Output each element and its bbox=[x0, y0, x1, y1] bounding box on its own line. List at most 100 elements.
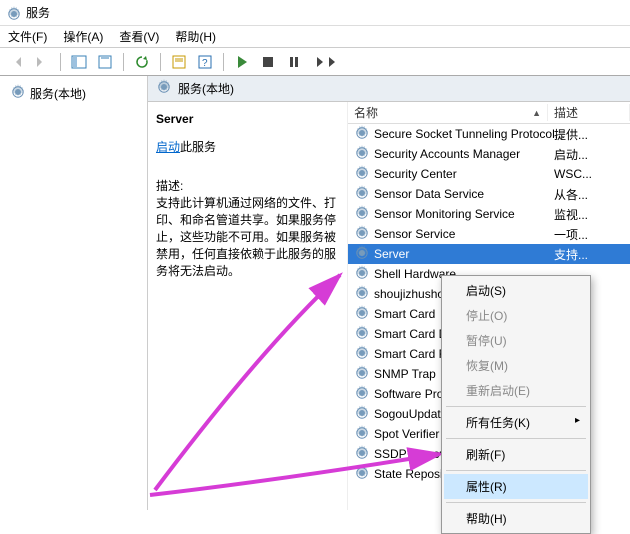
service-name: Smart Card bbox=[374, 307, 435, 321]
ctx-separator bbox=[446, 438, 586, 439]
service-row[interactable]: Security Center WSC... bbox=[348, 164, 630, 184]
detail-title: Server bbox=[156, 112, 339, 126]
service-name-cell: Sensor Service bbox=[348, 225, 548, 244]
tree-root-services-local[interactable]: 服务(本地) bbox=[0, 82, 147, 105]
context-menu: 启动(S) 停止(O) 暂停(U) 恢复(M) 重新启动(E) 所有任务(K) … bbox=[441, 275, 591, 534]
column-name[interactable]: 名称 ▲ bbox=[348, 104, 548, 121]
service-name: SogouUpdate bbox=[374, 407, 447, 421]
service-name-cell: Sensor Monitoring Service bbox=[348, 205, 548, 224]
ctx-resume[interactable]: 恢复(M) bbox=[444, 353, 588, 378]
gear-icon bbox=[354, 365, 370, 384]
gear-icon bbox=[156, 79, 172, 98]
ctx-start[interactable]: 启动(S) bbox=[444, 278, 588, 303]
service-name: Spot Verifier bbox=[374, 427, 439, 441]
service-name: Server bbox=[374, 247, 409, 261]
service-row[interactable]: Sensor Monitoring Service 监视... bbox=[348, 204, 630, 224]
service-name-cell: Server bbox=[348, 245, 548, 264]
services-icon bbox=[6, 6, 20, 20]
service-name: Secure Socket Tunneling Protocol... bbox=[374, 127, 565, 141]
gear-icon bbox=[354, 165, 370, 184]
ctx-properties[interactable]: 属性(R) bbox=[444, 474, 588, 499]
nav-back-button[interactable] bbox=[4, 51, 28, 73]
gear-icon bbox=[354, 205, 370, 224]
service-name-cell: Security Accounts Manager bbox=[348, 145, 548, 164]
ctx-all-tasks[interactable]: 所有任务(K) ▸ bbox=[444, 410, 588, 435]
gear-icon bbox=[354, 305, 370, 324]
show-hide-tree-button[interactable] bbox=[67, 51, 91, 73]
pause-service-button[interactable] bbox=[282, 51, 306, 73]
help-button[interactable]: ? bbox=[193, 51, 217, 73]
service-desc-cell: 支持... bbox=[548, 246, 630, 263]
gear-icon bbox=[354, 425, 370, 444]
ctx-refresh[interactable]: 刷新(F) bbox=[444, 442, 588, 467]
service-row[interactable]: Secure Socket Tunneling Protocol...提供... bbox=[348, 124, 630, 144]
ctx-separator bbox=[446, 406, 586, 407]
content-header-title: 服务(本地) bbox=[178, 80, 234, 97]
gear-icon bbox=[354, 285, 370, 304]
gear-icon bbox=[354, 265, 370, 284]
column-headers: 名称 ▲ 描述 bbox=[348, 102, 630, 124]
toolbar: ? bbox=[0, 48, 630, 76]
toolbar-separator bbox=[123, 53, 124, 71]
export-button[interactable] bbox=[93, 51, 117, 73]
ctx-pause[interactable]: 暂停(U) bbox=[444, 328, 588, 353]
detail-desc-label: 描述: bbox=[156, 177, 339, 194]
content-header: 服务(本地) bbox=[148, 76, 630, 102]
service-desc-cell: 监视... bbox=[548, 206, 630, 223]
gear-icon bbox=[10, 84, 26, 103]
menu-action[interactable]: 操作(A) bbox=[55, 26, 111, 47]
service-name: SNMP Trap bbox=[374, 367, 436, 381]
gear-icon bbox=[354, 445, 370, 464]
chevron-up-icon: ▲ bbox=[532, 108, 541, 118]
service-name: Sensor Data Service bbox=[374, 187, 484, 201]
menu-view[interactable]: 查看(V) bbox=[111, 26, 167, 47]
service-name: Sensor Service bbox=[374, 227, 455, 241]
service-name: Software Prot bbox=[374, 387, 447, 401]
service-desc-cell: 启动... bbox=[548, 146, 630, 163]
menu-help[interactable]: 帮助(H) bbox=[167, 26, 224, 47]
stop-service-button[interactable] bbox=[256, 51, 280, 73]
service-name: Smart Card D bbox=[374, 327, 447, 341]
tree-root-label: 服务(本地) bbox=[30, 85, 86, 102]
ctx-separator bbox=[446, 470, 586, 471]
ctx-stop[interactable]: 停止(O) bbox=[444, 303, 588, 328]
service-desc-cell: 提供... bbox=[548, 126, 630, 143]
properties-button[interactable] bbox=[167, 51, 191, 73]
chevron-right-icon: ▸ bbox=[575, 415, 580, 426]
gear-icon bbox=[354, 125, 370, 144]
gear-icon bbox=[354, 245, 370, 264]
service-row[interactable]: Security Accounts Manager启动... bbox=[348, 144, 630, 164]
gear-icon bbox=[354, 345, 370, 364]
service-name-cell: Secure Socket Tunneling Protocol... bbox=[348, 125, 548, 144]
service-desc-cell: 一项... bbox=[548, 226, 630, 243]
gear-icon bbox=[354, 385, 370, 404]
service-desc-cell: WSC... bbox=[548, 167, 630, 181]
title-bar: 服务 bbox=[0, 0, 630, 26]
service-name: Security Center bbox=[374, 167, 457, 181]
ctx-restart[interactable]: 重新启动(E) bbox=[444, 378, 588, 403]
nav-forward-button[interactable] bbox=[30, 51, 54, 73]
service-name: Smart Card R bbox=[374, 347, 447, 361]
ctx-separator bbox=[446, 502, 586, 503]
start-service-link[interactable]: 启动 bbox=[156, 140, 180, 154]
service-name: Sensor Monitoring Service bbox=[374, 207, 515, 221]
detail-start-suffix: 此服务 bbox=[180, 140, 216, 154]
gear-icon bbox=[354, 325, 370, 344]
gear-icon bbox=[354, 405, 370, 424]
toolbar-separator bbox=[60, 53, 61, 71]
menu-file[interactable]: 文件(F) bbox=[0, 26, 55, 47]
gear-icon bbox=[354, 225, 370, 244]
tree-pane: 服务(本地) bbox=[0, 76, 148, 510]
service-row[interactable]: Sensor Service 一项... bbox=[348, 224, 630, 244]
start-service-button[interactable] bbox=[230, 51, 254, 73]
toolbar-separator bbox=[223, 53, 224, 71]
service-row[interactable]: Sensor Data Service从各... bbox=[348, 184, 630, 204]
ctx-all-tasks-label: 所有任务(K) bbox=[466, 416, 530, 430]
menu-bar: 文件(F) 操作(A) 查看(V) 帮助(H) bbox=[0, 26, 630, 48]
column-desc[interactable]: 描述 bbox=[548, 104, 630, 121]
refresh-button[interactable] bbox=[130, 51, 154, 73]
restart-service-button[interactable] bbox=[308, 51, 332, 73]
service-row[interactable]: Server 支持... bbox=[348, 244, 630, 264]
column-desc-label: 描述 bbox=[554, 104, 578, 121]
gear-icon bbox=[354, 145, 370, 164]
